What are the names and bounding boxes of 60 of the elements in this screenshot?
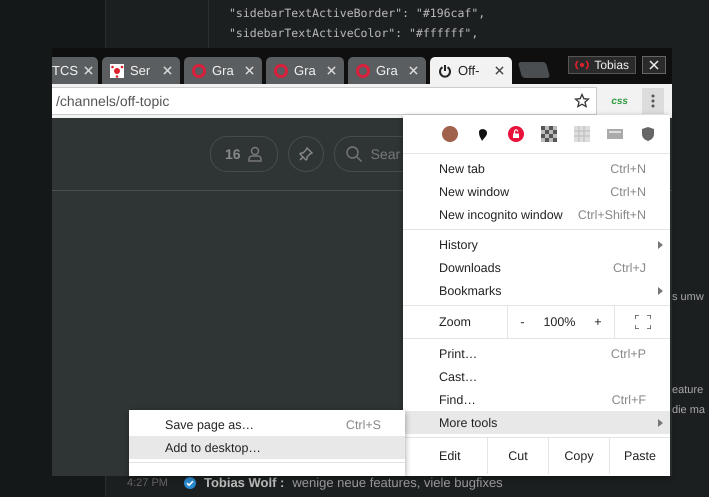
pin-icon	[298, 146, 314, 162]
close-button[interactable]	[642, 56, 666, 74]
pin-button[interactable]	[288, 136, 324, 172]
zoom-value: 100%	[543, 315, 576, 329]
browser-tab[interactable]: Gra	[348, 57, 426, 84]
browser-tab[interactable]: Gra	[184, 57, 262, 84]
submenu-arrow-icon	[658, 240, 663, 248]
browser-tab[interactable]: Off-	[430, 57, 512, 84]
menu-item[interactable]: New incognito window Ctrl+Shift+N	[403, 203, 670, 226]
ring-icon	[356, 64, 370, 78]
shield-icon[interactable]	[640, 126, 656, 142]
menu-button[interactable]	[642, 88, 664, 114]
message-author: Tobias Wolf :	[204, 475, 284, 490]
zoom-label: Zoom	[438, 314, 472, 331]
menu-item[interactable]: New window Ctrl+N	[403, 180, 670, 203]
chat-text: eature	[672, 384, 704, 396]
close-icon	[649, 60, 659, 70]
menu-item[interactable]: Downloads Ctrl+J	[403, 256, 670, 279]
menu-item[interactable]: Cast…	[403, 365, 670, 388]
code-line: "sidebarTextActiveBorder": "#196caf",	[229, 5, 486, 22]
fullscreen-icon	[634, 315, 650, 329]
menu-item[interactable]: History	[403, 233, 670, 256]
message-text: wenige neue features, viele bugfixes	[292, 475, 503, 490]
code-line: "sidebarTextActiveColor": "#ffffff",	[229, 25, 480, 42]
zoom-out-button[interactable]: -	[514, 315, 531, 329]
search-icon	[344, 145, 363, 163]
browser-tab[interactable]: TCS	[52, 57, 98, 84]
menu-item[interactable]: Find… Ctrl+F	[403, 388, 670, 411]
chat-text: s umw	[672, 291, 704, 303]
menu-item[interactable]: Bookmarks	[403, 279, 670, 302]
submenu-arrow-icon	[658, 418, 663, 426]
checkerboard-icon[interactable]	[541, 126, 557, 142]
chat-text: die ma	[672, 404, 706, 416]
browser-tab[interactable]: Gra	[266, 57, 344, 84]
ring-icon	[274, 64, 288, 78]
menu-item[interactable]: Add to desktop…	[129, 436, 405, 459]
menu-item[interactable]: Print… Ctrl+P	[403, 342, 670, 365]
menu-item[interactable]: More tools	[403, 411, 670, 434]
zoom-in-button[interactable]: +	[588, 315, 608, 329]
profile-icon	[575, 59, 590, 71]
browser-tab[interactable]: Ser	[102, 57, 180, 84]
submenu-arrow-icon	[658, 286, 663, 294]
lock-icon[interactable]	[508, 126, 524, 142]
profile-button[interactable]: Tobias	[568, 56, 636, 74]
molecule-icon	[110, 64, 124, 78]
close-icon[interactable]	[495, 66, 504, 75]
power-icon	[438, 64, 452, 78]
kebab-menu-icon	[651, 94, 655, 108]
edit-action-button[interactable]: Cut	[487, 438, 548, 474]
menu-item[interactable]: Save page as… Ctrl+S	[129, 413, 405, 436]
person-icon	[246, 146, 263, 162]
message-time: 4:27 PM	[127, 476, 168, 488]
address-bar[interactable]: /channels/off-topic	[52, 87, 598, 115]
avatar-icon[interactable]	[442, 126, 458, 142]
edit-action-button[interactable]: Paste	[609, 438, 670, 474]
ring-icon	[192, 64, 206, 78]
edit-label: Edit	[438, 448, 462, 465]
edit-action-button[interactable]: Copy	[548, 438, 609, 474]
star-icon[interactable]	[574, 93, 590, 109]
members-button[interactable]: 16	[210, 136, 278, 172]
